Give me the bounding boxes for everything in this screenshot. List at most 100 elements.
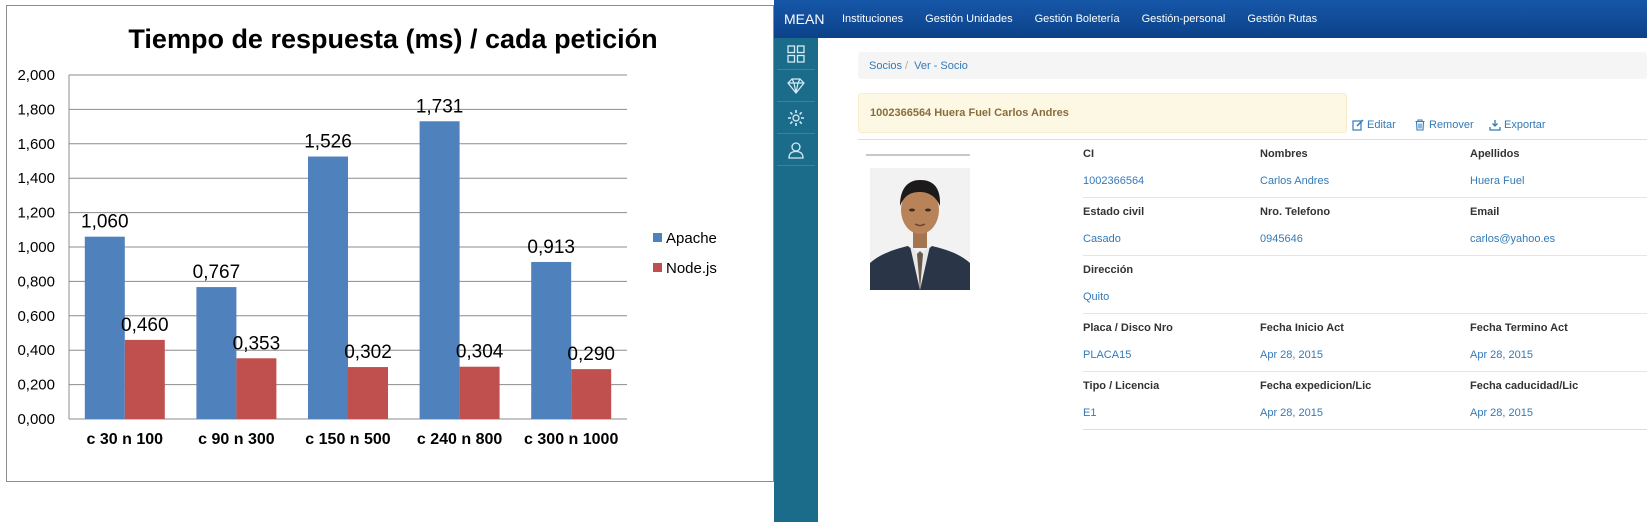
diamond-icon: [787, 77, 805, 94]
sidebar-button-dashboard[interactable]: [777, 38, 815, 70]
breadcrumb-item-ver-socio[interactable]: Ver - Socio: [914, 60, 968, 72]
screenshot-root: Tiempo de respuesta (ms) / cada petición…: [0, 0, 1647, 522]
edit-icon: [1352, 119, 1364, 131]
sidebar-button-user[interactable]: [777, 134, 815, 166]
field-estado-civil: Estado civil Casado: [1083, 198, 1144, 245]
field-label: Placa / Disco Nro: [1083, 322, 1173, 334]
nav-item-instituciones[interactable]: Instituciones: [842, 13, 903, 25]
field-label: Tipo / Licencia: [1083, 380, 1160, 392]
bar-apache: [308, 156, 348, 419]
data-label: 0,353: [233, 333, 281, 354]
y-tick-label: 1,400: [17, 170, 55, 187]
y-tick-label: 0,600: [17, 308, 55, 325]
member-photo: [862, 146, 970, 290]
sidebar-button-diamond[interactable]: [777, 70, 815, 102]
dashboard-icon: [787, 44, 805, 63]
edit-button[interactable]: Editar: [1352, 119, 1396, 131]
field-value: Carlos Andres: [1260, 175, 1330, 187]
legend-label: Apache: [666, 230, 717, 247]
data-label: 0,913: [527, 237, 575, 258]
nav-item-gestion-boleteria[interactable]: Gestión Boletería: [1035, 13, 1120, 25]
bar-nodejs: [459, 366, 500, 419]
legend-swatch: [653, 263, 662, 272]
x-axis-categories: c 30 n 100 c 90 n 300 c 150 n 500 c 240 n 8…: [87, 431, 619, 448]
legend: Apache Node.js: [653, 230, 717, 277]
field-value: E1: [1083, 407, 1097, 419]
field-value: Quito: [1083, 291, 1110, 303]
field-placa: Placa / Disco Nro PLACA15: [1083, 314, 1173, 361]
field-value: Casado: [1083, 233, 1121, 245]
field-ci: CI 1002366564: [1083, 140, 1144, 187]
bar-nodejs: [124, 339, 165, 419]
breadcrumb-item-socios[interactable]: Socios: [869, 60, 902, 72]
field-label: CI: [1083, 148, 1094, 160]
edit-button-label: Editar: [1367, 119, 1396, 131]
remove-button-label: Remover: [1429, 119, 1474, 131]
y-tick-label: 0,800: [17, 273, 55, 290]
x-category-label: c 300 n 1000: [524, 431, 618, 448]
field-row-license: Tipo / Licencia E1 Fecha expedicion/Lic …: [1083, 372, 1647, 430]
field-row-vehicle: Placa / Disco Nro PLACA15 Fecha Inicio A…: [1083, 314, 1647, 372]
brand-logo[interactable]: MEAN: [774, 11, 842, 27]
field-direccion: Dirección Quito: [1083, 256, 1133, 303]
field-value: Apr 28, 2015: [1470, 349, 1533, 361]
breadcrumb-separator: /: [905, 59, 909, 72]
data-label: 1,526: [304, 132, 352, 153]
bar-apache: [531, 261, 572, 419]
field-tipo-licencia: Tipo / Licencia E1: [1083, 372, 1159, 419]
field-label: Fecha Inicio Act: [1260, 322, 1344, 334]
field-value: carlos@yahoo.es: [1470, 233, 1556, 245]
bar-nodejs: [571, 369, 612, 419]
bar-apache: [196, 287, 237, 419]
field-row-address: Dirección Quito: [1083, 256, 1647, 314]
field-value: Apr 28, 2015: [1260, 407, 1323, 419]
field-value: 1002366564: [1083, 175, 1145, 187]
member-detail: CI 1002366564 Nombres Carlos Andres Apel…: [858, 139, 1647, 444]
field-telefono: Nro. Telefono 0945646: [1260, 198, 1330, 245]
field-fecha-termino: Fecha Termino Act Apr 28, 2015: [1470, 314, 1568, 361]
field-value: PLACA15: [1083, 349, 1132, 361]
field-apellidos: Apellidos Huera Fuel: [1470, 140, 1524, 187]
y-axis-ticks: 0,000 0,200 0,400 0,600 0,800 1,000 1,200 1,400…: [17, 67, 55, 428]
field-row-identity: CI 1002366564 Nombres Carlos Andres Apel…: [1083, 140, 1647, 198]
x-category-label: c 150 n 500: [305, 431, 391, 448]
field-label: Email: [1470, 206, 1500, 218]
y-tick-label: 1,600: [17, 136, 55, 153]
y-tick-label: 0,000: [17, 411, 55, 428]
x-category-label: c 30 n 100: [87, 431, 164, 448]
y-tick-label: 1,000: [17, 239, 55, 256]
field-row-contact: Estado civil Casado Nro. Telefono 094564…: [1083, 198, 1647, 256]
user-icon: [788, 141, 804, 159]
legend-swatch: [653, 233, 662, 242]
data-label: 0,302: [344, 342, 392, 363]
field-fecha-expedicion: Fecha expedicion/Lic Apr 28, 2015: [1260, 372, 1371, 419]
field-label: Apellidos: [1470, 148, 1520, 160]
field-label: Estado civil: [1083, 206, 1145, 218]
trash-icon: [1415, 119, 1425, 131]
export-icon: [1489, 120, 1501, 131]
remove-button[interactable]: Remover: [1414, 119, 1474, 131]
bar-nodejs: [236, 358, 277, 419]
field-value: Apr 28, 2015: [1260, 349, 1323, 361]
data-label: 0,767: [193, 262, 241, 283]
portrait-image: [870, 168, 970, 290]
sidebar: [774, 38, 818, 522]
bars: [84, 121, 612, 419]
bar-nodejs: [348, 367, 388, 419]
field-value: Apr 28, 2015: [1470, 407, 1533, 419]
export-button[interactable]: Exportar: [1489, 119, 1546, 131]
data-label: 1,060: [81, 212, 129, 233]
photo-divider: [866, 154, 970, 156]
chart-title: Tiempo de respuesta (ms) / cada petición: [128, 24, 657, 54]
field-label: Nombres: [1260, 148, 1308, 160]
nav-item-gestion-personal[interactable]: Gestión-personal: [1142, 13, 1226, 25]
member-title-banner: 1002366564 Huera Fuel Carlos Andres: [858, 93, 1347, 133]
field-value: 0945646: [1260, 233, 1303, 245]
data-label: 0,460: [121, 315, 169, 336]
export-button-label: Exportar: [1504, 119, 1546, 131]
gear-icon: [788, 109, 804, 126]
nav-item-gestion-unidades[interactable]: Gestión Unidades: [925, 13, 1012, 25]
sidebar-button-settings[interactable]: [777, 102, 815, 134]
y-tick-label: 0,200: [17, 377, 55, 394]
nav-item-gestion-rutas[interactable]: Gestión Rutas: [1247, 13, 1317, 25]
